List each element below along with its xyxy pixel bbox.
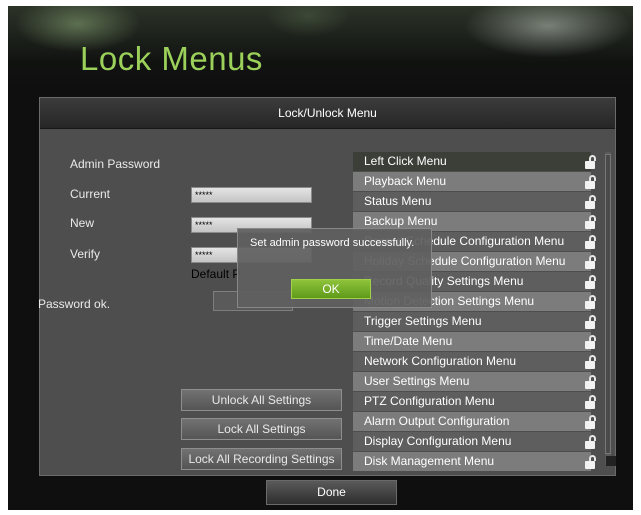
lock-open-icon[interactable] [584,195,600,209]
menu-lock-list: Left Click Menu Playback Menu Status Menu B… [353,152,605,471]
lock-open-icon[interactable] [584,315,600,329]
lock-all-settings-button[interactable]: Lock All Settings [181,418,342,440]
lock-open-icon[interactable] [584,295,600,309]
current-password-label: Current [70,187,111,201]
lock-open-icon[interactable] [584,155,600,169]
scroll-corner [606,456,616,466]
menu-item-label: Playback Menu [364,174,447,188]
menu-item-label: PTZ Configuration Menu [364,394,495,408]
menu-lock-item[interactable]: PTZ Configuration Menu [353,392,591,411]
menu-item-label: Display Configuration Menu [364,434,512,448]
admin-password-label: Admin Password [70,157,161,171]
menu-lock-item[interactable]: Trigger Settings Menu [353,312,591,331]
menu-lock-item[interactable]: Time/Date Menu [353,332,591,351]
header-banner: Lock Menus [8,6,633,88]
panel-header: Lock/Unlock Menu [40,98,615,129]
lock-open-icon[interactable] [584,435,600,449]
default-password-text: Default P [191,267,241,281]
lock-open-icon[interactable] [584,255,600,269]
menu-item-label: Alarm Output Configuration [364,414,510,428]
menu-lock-item[interactable]: Alarm Output Configuration [353,412,591,431]
lock-menus-screen: Lock Menus Lock/Unlock Menu Admin Passwo… [8,6,633,510]
menu-item-label: Disk Management Menu [364,454,495,468]
menu-item-label: Network Configuration Menu [364,354,517,368]
lock-open-icon[interactable] [584,395,600,409]
menu-item-label: Status Menu [364,194,432,208]
menu-lock-item[interactable]: User Settings Menu [353,372,591,391]
menu-lock-item[interactable]: Playback Menu [353,172,591,191]
lock-open-icon[interactable] [584,215,600,229]
lock-open-icon[interactable] [584,355,600,369]
new-password-label: New [70,216,95,230]
done-button[interactable]: Done [266,480,397,505]
page-title: Lock Menus [80,40,263,77]
lock-open-icon[interactable] [584,455,600,469]
dialog-ok-button[interactable]: OK [291,279,371,299]
menu-lock-item[interactable]: Status Menu [353,192,591,211]
lock-open-icon[interactable] [584,375,600,389]
unlock-all-settings-button[interactable]: Unlock All Settings [181,389,342,411]
menu-list-scrollbar[interactable] [605,152,611,465]
lock-open-icon[interactable] [584,275,600,289]
lock-all-recording-settings-button[interactable]: Lock All Recording Settings [181,448,342,470]
menu-item-label: User Settings Menu [364,374,470,388]
menu-lock-item[interactable]: Left Click Menu [353,152,591,171]
lock-open-icon[interactable] [584,335,600,349]
lock-open-icon[interactable] [584,415,600,429]
confirmation-dialog: Set admin password successfully. OK [237,228,432,308]
dialog-message: Set admin password successfully. [250,237,415,249]
password-status-text: Password ok. [38,297,111,311]
lock-open-icon[interactable] [584,175,600,189]
verify-password-label: Verify [70,247,101,261]
menu-lock-item[interactable]: Network Configuration Menu [353,352,591,371]
current-password-field[interactable]: ***** [191,187,312,203]
menu-lock-item[interactable]: Display Configuration Menu [353,432,591,451]
menu-item-label: Trigger Settings Menu [364,314,482,328]
menu-lock-item[interactable]: Disk Management Menu [353,452,591,471]
menu-item-label: Left Click Menu [364,154,447,168]
menu-item-label: Backup Menu [364,214,438,228]
menu-item-label: Time/Date Menu [364,334,453,348]
scrollbar-thumb[interactable] [605,154,611,454]
lock-open-icon[interactable] [584,235,600,249]
panel-title: Lock/Unlock Menu [278,106,377,120]
